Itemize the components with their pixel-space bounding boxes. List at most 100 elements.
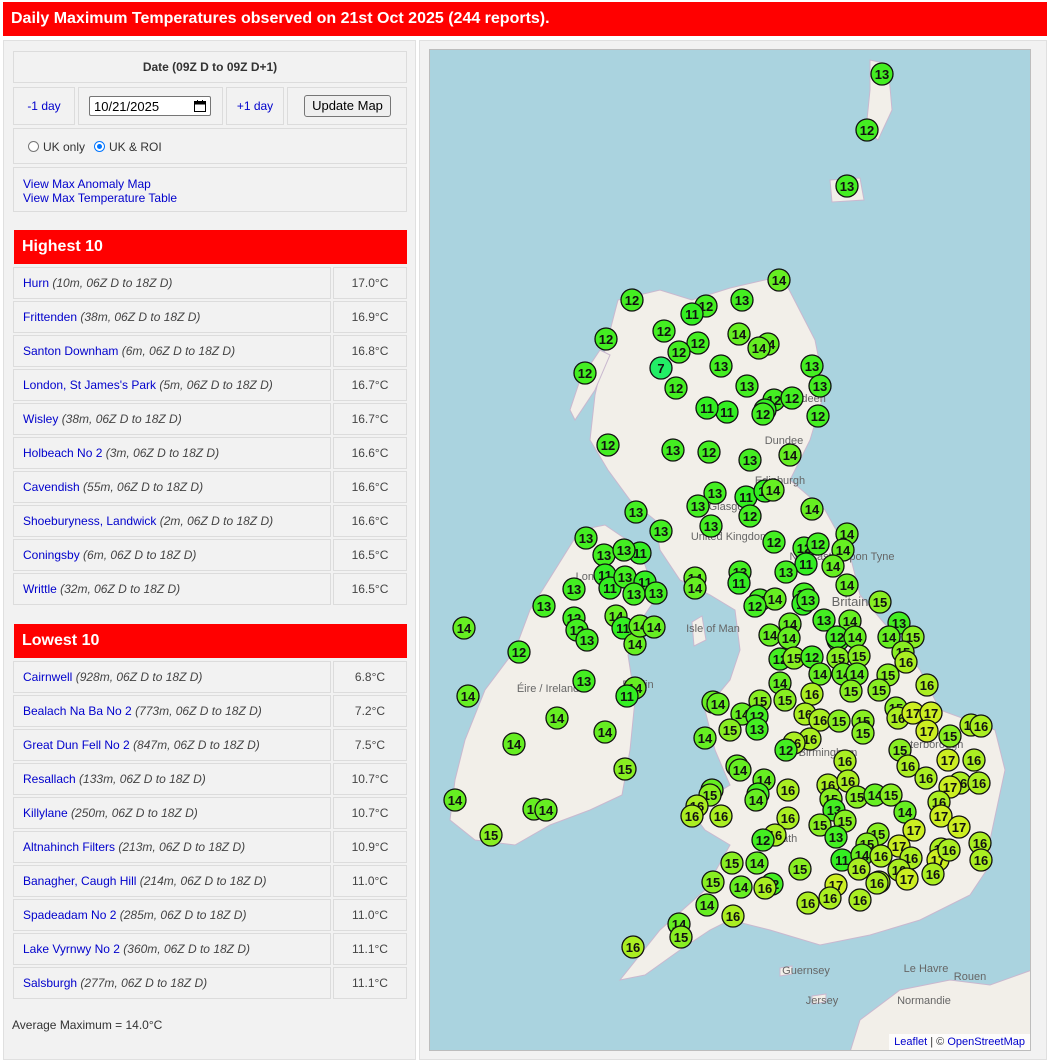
station-link[interactable]: Hurn	[23, 276, 49, 290]
temperature-marker[interactable]: 15	[839, 679, 863, 703]
anomaly-map-link[interactable]: View Max Anomaly Map	[23, 177, 151, 191]
station-link[interactable]: Bealach Na Ba No 2	[23, 704, 132, 718]
temperature-marker[interactable]: 16	[914, 766, 938, 790]
temperature-marker[interactable]: 13	[709, 354, 733, 378]
radio-uk-roi[interactable]	[94, 141, 105, 152]
temperature-marker[interactable]: 16	[962, 748, 986, 772]
temperature-marker[interactable]: 14	[452, 616, 476, 640]
temperature-marker[interactable]: 17	[895, 867, 919, 891]
temperature-marker[interactable]: 11	[727, 571, 751, 595]
radio-uk-roi-label[interactable]: UK & ROI	[109, 140, 162, 154]
station-link[interactable]: Banagher, Caugh Hill	[23, 874, 136, 888]
temperature-marker[interactable]: 14	[728, 758, 752, 782]
temperature-marker[interactable]: 16	[818, 886, 842, 910]
map-canvas[interactable]: BritainIsle of ManÉire / IrelandAberdeen…	[430, 50, 1031, 1051]
temperature-marker[interactable]: 14	[744, 788, 768, 812]
temperature-marker[interactable]: 13	[835, 174, 859, 198]
temperature-marker[interactable]: 12	[806, 532, 830, 556]
station-link[interactable]: Wisley	[23, 412, 58, 426]
temperature-marker[interactable]: 13	[699, 514, 723, 538]
station-link[interactable]: Cavendish	[23, 480, 80, 494]
station-link[interactable]: Spadeadam No 2	[23, 908, 116, 922]
temperature-marker[interactable]: 13	[562, 577, 586, 601]
temperature-marker[interactable]: 16	[848, 888, 872, 912]
temperature-marker[interactable]: 13	[800, 354, 824, 378]
station-link[interactable]: Altnahinch Filters	[23, 840, 115, 854]
temperature-marker[interactable]: 14	[761, 478, 785, 502]
station-link[interactable]: Resallach	[23, 772, 76, 786]
station-link[interactable]: Santon Downham	[23, 344, 118, 358]
temperature-marker[interactable]: 14	[443, 788, 467, 812]
temperature-marker[interactable]: 14	[695, 893, 719, 917]
temperature-marker[interactable]: 15	[868, 590, 892, 614]
temperature-marker[interactable]: 11	[615, 684, 639, 708]
temperature-marker[interactable]: 16	[800, 682, 824, 706]
temperature-marker[interactable]: 14	[800, 497, 824, 521]
station-link[interactable]: Writtle	[23, 582, 57, 596]
temperature-marker[interactable]: 15	[827, 709, 851, 733]
temperature-marker[interactable]: 15	[788, 857, 812, 881]
temperature-marker[interactable]: 17	[947, 815, 971, 839]
temperature-marker[interactable]: 13	[572, 669, 596, 693]
temperature-marker[interactable]: 14	[821, 554, 845, 578]
temperature-marker[interactable]: 15	[669, 925, 693, 949]
temperature-marker[interactable]: 13	[622, 582, 646, 606]
temperature-marker[interactable]: 15	[701, 870, 725, 894]
temperature-marker[interactable]: 7	[649, 356, 673, 380]
temperature-marker[interactable]: 13	[574, 526, 598, 550]
temperature-marker[interactable]: 15	[773, 688, 797, 712]
temperature-marker[interactable]: 16	[776, 778, 800, 802]
temperature-marker[interactable]: 12	[774, 738, 798, 762]
temperature-marker[interactable]: 13	[649, 519, 673, 543]
temperature-marker[interactable]: 13	[575, 628, 599, 652]
temperature-marker[interactable]: 14	[502, 732, 526, 756]
temperature-marker[interactable]: 16	[969, 714, 993, 738]
temperature-marker[interactable]: 12	[738, 504, 762, 528]
temperature-marker[interactable]: 13	[644, 581, 668, 605]
station-link[interactable]: London, St James's Park	[23, 378, 156, 392]
temperature-marker[interactable]: 16	[969, 848, 993, 872]
radio-uk-only[interactable]	[28, 141, 39, 152]
station-link[interactable]: Holbeach No 2	[23, 446, 102, 460]
prev-day-link[interactable]: -1 day	[27, 99, 60, 113]
temperature-marker[interactable]: 16	[721, 904, 745, 928]
temperature-marker[interactable]: 16	[847, 857, 871, 881]
temperature-marker[interactable]: 16	[915, 673, 939, 697]
temperature-marker[interactable]: 12	[620, 288, 644, 312]
temperature-marker[interactable]: 12	[806, 404, 830, 428]
temperature-marker[interactable]: 15	[851, 721, 875, 745]
temperature-marker[interactable]: 14	[545, 706, 569, 730]
temperature-marker[interactable]: 14	[777, 626, 801, 650]
temperature-marker[interactable]: 14	[745, 851, 769, 875]
temperature-marker[interactable]: 16	[796, 891, 820, 915]
temperature-marker[interactable]: 13	[612, 538, 636, 562]
temperature-marker[interactable]: 14	[835, 573, 859, 597]
temperature-marker[interactable]: 14	[808, 662, 832, 686]
temperature-marker[interactable]: 14	[683, 576, 707, 600]
temperature-marker[interactable]: 12	[573, 361, 597, 385]
temperature-marker[interactable]: 17	[936, 748, 960, 772]
temperature-marker[interactable]: 13	[774, 560, 798, 584]
temperature-marker[interactable]: 13	[730, 288, 754, 312]
temperature-marker[interactable]: 16	[869, 844, 893, 868]
temperature-marker[interactable]: 14	[767, 268, 791, 292]
temperature-marker[interactable]: 13	[808, 374, 832, 398]
temperature-marker[interactable]: 16	[937, 838, 961, 862]
temperature-marker[interactable]: 16	[753, 876, 777, 900]
temperature-marker[interactable]: 12	[743, 594, 767, 618]
temperature-marker[interactable]: 11	[695, 396, 719, 420]
temperature-marker[interactable]: 17	[915, 719, 939, 743]
station-link[interactable]: Great Dun Fell No 2	[23, 738, 130, 752]
temperature-marker[interactable]: 16	[833, 749, 857, 773]
temperature-marker[interactable]: 12	[594, 327, 618, 351]
temperature-marker[interactable]: 14	[706, 692, 730, 716]
temperature-marker[interactable]: 14	[778, 443, 802, 467]
temperature-marker[interactable]: 14	[456, 684, 480, 708]
update-map-button[interactable]: Update Map	[304, 95, 391, 117]
temperature-marker[interactable]: 12	[855, 118, 879, 142]
temperature-marker[interactable]: 11	[794, 552, 818, 576]
temperature-marker[interactable]: 14	[593, 720, 617, 744]
temperature-marker[interactable]: 13	[735, 374, 759, 398]
temperature-marker[interactable]: 15	[718, 718, 742, 742]
temperature-marker[interactable]: 14	[747, 336, 771, 360]
